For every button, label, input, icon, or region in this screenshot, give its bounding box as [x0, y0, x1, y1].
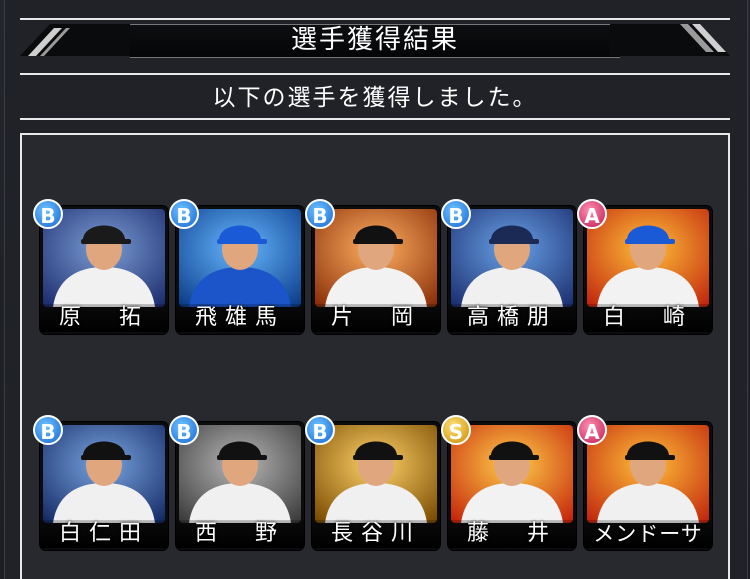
- rank-badge: B: [305, 199, 335, 229]
- rank-badge: B: [169, 199, 199, 229]
- player-card[interactable]: 長谷川 B: [305, 415, 440, 550]
- rank-badge: B: [33, 415, 63, 445]
- player-card[interactable]: 原 拓 B: [33, 199, 168, 334]
- player-name: 飛雄馬: [176, 304, 304, 332]
- player-portrait: [43, 209, 165, 307]
- rank-badge: B: [33, 199, 63, 229]
- player-portrait: [43, 425, 165, 523]
- player-portrait: [587, 425, 709, 523]
- result-message: 以下の選手を獲得しました。: [212, 85, 538, 111]
- rank-badge: S: [441, 415, 471, 445]
- player-card[interactable]: 片 岡 B: [305, 199, 440, 334]
- rank-badge: B: [169, 415, 199, 445]
- rank-badge: B: [305, 415, 335, 445]
- player-name: 片 岡: [312, 304, 440, 332]
- player-card[interactable]: 飛雄馬 B: [169, 199, 304, 334]
- player-name: 高橋朋: [448, 304, 576, 332]
- player-name: 白 崎: [584, 304, 712, 332]
- player-name: 藤 井: [448, 520, 576, 548]
- player-name: 西 野: [176, 520, 304, 548]
- divider-bottom: [20, 118, 730, 120]
- title-banner: 選手獲得結果: [20, 18, 730, 62]
- divider-top: [20, 73, 730, 75]
- player-portrait: [587, 209, 709, 307]
- player-card[interactable]: 藤 井 S: [441, 415, 576, 550]
- player-portrait: [315, 425, 437, 523]
- screen: 選手獲得結果 以下の選手を獲得しました。 原 拓 B 飛雄馬 B 片 岡 B 高橋朋 B 白 崎…: [0, 0, 750, 579]
- player-portrait: [315, 209, 437, 307]
- player-name: メンドーサ: [584, 520, 712, 548]
- player-name: 原 拓: [40, 304, 168, 332]
- page-title: 選手獲得結果: [290, 25, 459, 55]
- player-portrait: [451, 209, 573, 307]
- rank-badge: A: [577, 199, 607, 229]
- player-card[interactable]: 高橋朋 B: [441, 199, 576, 334]
- player-name: 白仁田: [40, 520, 168, 548]
- player-portrait: [451, 425, 573, 523]
- player-card[interactable]: 白 崎 A: [577, 199, 712, 334]
- player-card[interactable]: 西 野 B: [169, 415, 304, 550]
- rank-badge: B: [441, 199, 471, 229]
- player-name: 長谷川: [312, 520, 440, 548]
- player-portrait: [179, 209, 301, 307]
- rank-badge: A: [577, 415, 607, 445]
- player-card[interactable]: 白仁田 B: [33, 415, 168, 550]
- player-portrait: [179, 425, 301, 523]
- player-card[interactable]: メンドーサ A: [577, 415, 712, 550]
